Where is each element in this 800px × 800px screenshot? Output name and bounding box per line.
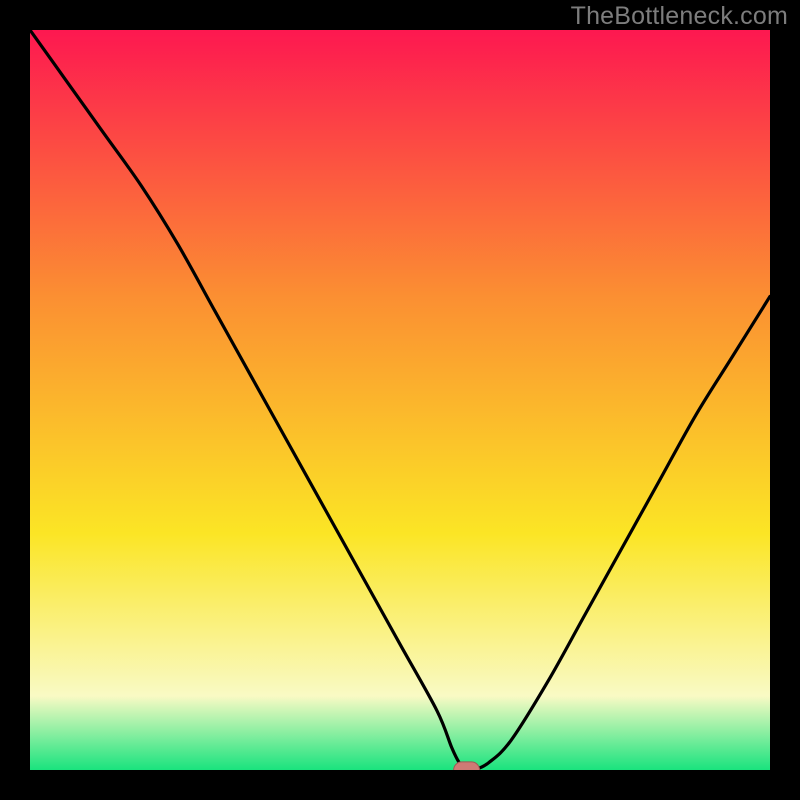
minimum-marker: [454, 762, 480, 770]
chart-svg: [30, 30, 770, 770]
plot-area: [30, 30, 770, 770]
gradient-background: [30, 30, 770, 770]
chart-canvas: TheBottleneck.com: [0, 0, 800, 800]
watermark-text: TheBottleneck.com: [571, 2, 788, 31]
